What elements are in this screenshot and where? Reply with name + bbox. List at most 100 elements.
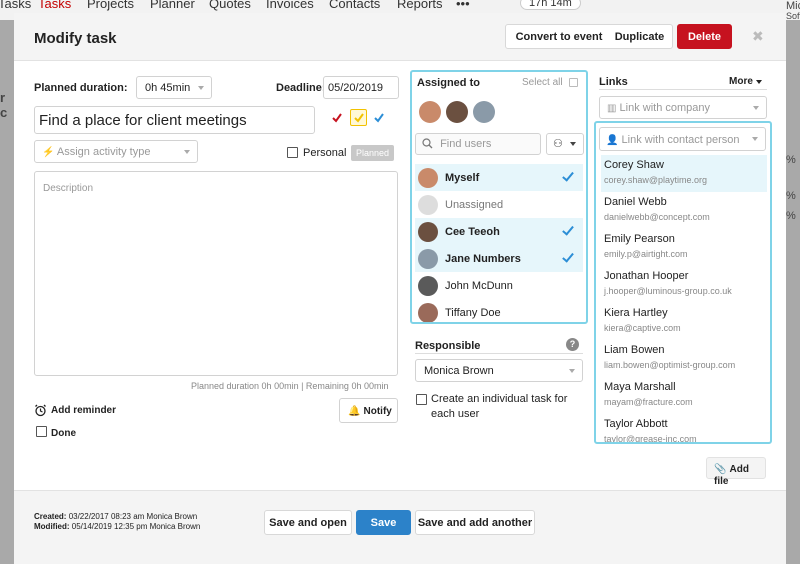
notify-button[interactable]: 🔔 Notify [339,398,398,423]
delete-button[interactable]: Delete [677,24,732,49]
user-row-tiffany-doe[interactable]: Tiffany Doe [415,299,583,322]
user-name: Tiffany Doe [445,306,501,319]
user-row-myself[interactable]: Myself [415,164,583,191]
avatar [419,101,441,123]
search-icon [422,138,433,149]
red-check-icon[interactable] [332,113,342,123]
nav-item-invoices[interactable]: Invoices [266,0,314,11]
add-reminder-link[interactable]: Add reminder [51,405,116,416]
activity-type-placeholder: Assign activity type [56,146,151,158]
user-row-cee-teeoh[interactable]: Cee Teeoh [415,218,583,245]
link-company-select[interactable]: ▥ Link with company [599,96,767,119]
deadline-label: Deadline: [276,82,326,94]
activity-type-select[interactable]: ⚡ Assign activity type [34,140,198,163]
contact-name: Liam Bowen [604,344,665,356]
nav-item-projects[interactable]: Projects [87,0,134,11]
contact-email: emily.p@airtight.com [604,249,688,259]
contact-name: Kiera Hartley [604,307,668,319]
avatar [418,167,438,188]
nav-item: Tasks [0,0,32,11]
created-label: Created: [34,512,67,521]
nav-more-icon[interactable]: ••• [456,0,470,11]
yellow-flag-selector[interactable] [350,109,367,126]
background-text: Softv [786,11,800,21]
links-title: Links [599,76,628,88]
deadline-date-input[interactable]: 05/20/2019 [323,76,399,99]
close-icon[interactable]: ✖ [752,28,764,45]
alarm-clock-icon[interactable] [34,404,47,417]
avatar [418,248,438,269]
help-icon[interactable]: ? [566,338,579,351]
contact-email: danielwebb@concept.com [604,212,710,222]
planned-duration-select[interactable]: 0h 45min [136,76,212,99]
personal-checkbox[interactable] [287,147,298,158]
contact-name: Daniel Webb [604,196,667,208]
divider [599,89,767,90]
contact-option[interactable]: Jonathan Hooper j.hooper@luminous-group.… [601,266,767,303]
planned-duration-value: 0h 45min [145,82,191,94]
user-row-unassigned[interactable]: Unassigned [415,191,583,218]
blue-check-icon[interactable] [374,113,384,123]
select-all-link[interactable]: Select all [522,77,563,88]
individual-task-checkbox[interactable] [416,394,427,405]
nav-item-planner[interactable]: Planner [150,0,195,11]
nav-item-reports[interactable]: Reports [397,0,443,11]
link-contact-input[interactable]: 👤 Link with contact person [599,127,766,151]
nav-item-contacts[interactable]: Contacts [329,0,380,11]
contact-name: Emily Pearson [604,233,675,245]
planned-duration-label: Planned duration: [34,82,128,94]
avatar [473,101,495,123]
done-checkbox[interactable] [36,426,47,437]
nav-item-tasks[interactable]: Tasks [38,0,71,11]
user-name: Jane Numbers [445,252,521,265]
select-all-checkbox[interactable] [569,78,578,87]
nav-item-quotes[interactable]: Quotes [209,0,251,11]
responsible-select[interactable]: Monica Brown [415,359,583,382]
find-users-input[interactable]: Find users [415,133,541,155]
user-row-john-mcdunn[interactable]: John McDunn [415,272,583,299]
convert-to-event-button[interactable]: Convert to event [505,24,613,49]
assigned-to-panel: Assigned to Select all Find users ⚇ Myse… [410,70,588,324]
check-icon [562,223,574,236]
done-label: Done [51,428,76,439]
task-title-input[interactable]: Find a place for client meetings [34,106,315,134]
contact-option[interactable]: Liam Bowen liam.bowen@optimist-group.com [601,340,767,377]
responsible-value: Monica Brown [424,365,494,377]
user-row-jane-numbers[interactable]: Jane Numbers [415,245,583,272]
contact-email: corey.shaw@playtime.org [604,175,708,185]
background-text: % [786,210,796,222]
dialog-footer: Created: 03/22/2017 08:23 am Monica Brow… [14,490,786,564]
user-name: Myself [445,171,480,184]
contact-dropdown-panel: 👤 Link with contact person Corey Shaw co… [594,121,772,444]
lightning-icon: ⚡ [42,147,55,158]
save-and-add-another-button[interactable]: Save and add another [415,510,535,535]
duration-status-text: Planned duration 0h 00min | Remaining 0h… [191,381,389,391]
link-contact-placeholder: Link with contact person [621,134,740,146]
save-and-open-button[interactable]: Save and open [264,510,352,535]
contact-option[interactable]: Taylor Abbott taylor@grease-inc.com [601,414,767,442]
time-tracker[interactable]: 17h 14m [520,0,581,10]
modified-info: Modified: 05/14/2019 12:35 pm Monica Bro… [34,522,200,531]
bell-icon: 🔔 [348,406,361,417]
paperclip-icon: 📎 [714,464,727,475]
contact-option[interactable]: Corey Shaw corey.shaw@playtime.org [601,155,767,192]
building-icon: ▥ [607,103,617,114]
contact-option[interactable]: Emily Pearson emily.p@airtight.com [601,229,767,266]
contact-email: j.hooper@luminous-group.co.uk [604,286,732,296]
notify-label: Notify [363,406,392,417]
user-group-filter[interactable]: ⚇ [546,133,584,155]
check-icon [562,169,574,182]
add-file-button[interactable]: 📎 Add file [706,457,766,487]
individual-task-label: Create an individual task for [431,393,568,405]
find-users-placeholder: Find users [440,138,492,150]
more-links-dropdown[interactable]: More [729,76,753,87]
chevron-down-icon [569,368,575,373]
description-textarea[interactable]: Description [34,171,398,376]
duplicate-button[interactable]: Duplicate [607,24,673,49]
contact-option[interactable]: Maya Marshall mayam@fracture.com [601,377,767,414]
contact-option[interactable]: Daniel Webb danielwebb@concept.com [601,192,767,229]
modified-label: Modified: [34,522,70,531]
save-button[interactable]: Save [356,510,411,535]
contact-option[interactable]: Kiera Hartley kiera@captive.com [601,303,767,340]
user-name: Cee Teeoh [445,225,500,238]
